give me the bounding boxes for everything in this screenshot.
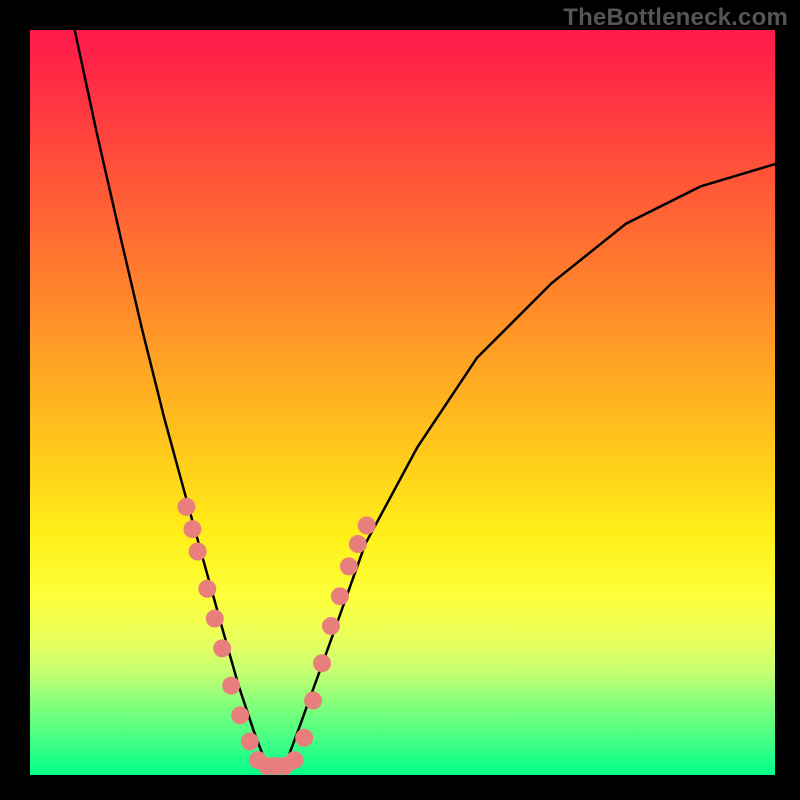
scatter-dot [189,543,207,561]
scatter-dot [198,580,216,598]
scatter-dot [349,535,367,553]
scatter-dot [331,587,349,605]
attribution-label: TheBottleneck.com [563,4,788,32]
scatter-dot [322,617,340,635]
scatter-dot [183,520,201,538]
scatter-dot [177,498,195,516]
chart-svg [30,30,775,775]
scatter-dot [285,751,303,769]
scatter-dots-group [177,498,375,775]
line-right-arm [298,164,775,730]
scatter-dot [295,729,313,747]
scatter-dot [313,654,331,672]
scatter-dot [358,516,376,534]
scatter-dot [241,732,259,750]
scatter-dot [304,692,322,710]
scatter-dot [206,610,224,628]
scatter-dot [213,639,231,657]
scatter-dot [231,706,249,724]
chart-frame: TheBottleneck.com [0,0,800,800]
scatter-dot [222,677,240,695]
line-series-group [75,30,775,766]
plot-area [30,30,775,775]
line-left-arm [75,30,254,730]
scatter-dot [340,557,358,575]
